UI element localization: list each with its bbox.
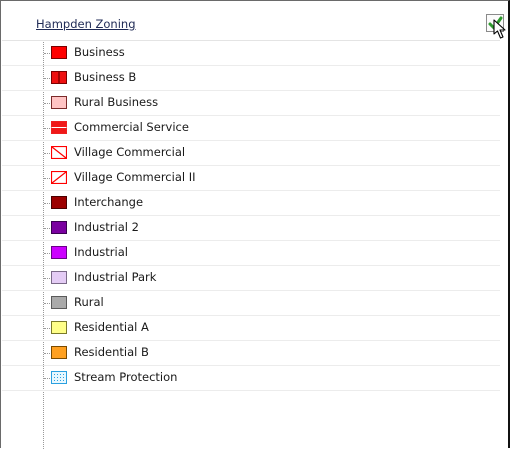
legend-label: Stream Protection [74,370,178,384]
legend-label: Residential A [74,320,149,334]
legend-label: Commercial Service [74,120,189,134]
layer-header-row: Hampden Zoning [2,14,506,41]
legend-swatch [51,296,67,309]
legend-list: Business Business B Rural Business Commer… [2,41,500,391]
legend-item: Residential A [2,316,500,341]
legend-item: Village Commercial [2,141,500,166]
legend-item: Interchange [2,191,500,216]
layer-title-link[interactable]: Hampden Zoning [36,17,136,31]
legend-item: Business B [2,66,500,91]
legend-panel: Hampden Zoning Business Business B Rural … [0,0,510,449]
legend-item: Village Commercial II [2,166,500,191]
legend-label: Interchange [74,195,144,209]
legend-item: Business [2,41,500,66]
legend-swatch [51,121,67,134]
legend-swatch [51,221,67,234]
legend-label: Business [74,45,125,59]
legend-item: Commercial Service [2,116,500,141]
layer-visibility-checkbox[interactable] [486,14,506,39]
legend-item: Residential B [2,341,500,366]
legend-swatch [51,96,67,109]
legend-swatch [51,171,67,184]
legend-item: Rural [2,291,500,316]
legend-swatch [51,196,67,209]
legend-item: Stream Protection [2,366,500,391]
legend-label: Industrial Park [74,270,157,284]
legend-label: Village Commercial [74,145,186,159]
legend-label: Rural [74,295,104,309]
legend-swatch [51,246,67,259]
legend-swatch [51,346,67,359]
legend-swatch [51,271,67,284]
legend-label: Industrial 2 [74,220,139,234]
legend-label: Residential B [74,345,149,359]
legend-label: Business B [74,70,137,84]
legend-item: Rural Business [2,91,500,116]
legend-label: Rural Business [74,95,159,109]
legend-label: Village Commercial II [74,170,196,184]
legend-swatch [51,371,67,384]
legend-label: Industrial [74,245,128,259]
legend-item: Industrial Park [2,266,500,291]
legend-swatch [51,321,67,334]
legend-item: Industrial 2 [2,216,500,241]
legend-swatch [51,146,67,159]
legend-swatch [51,71,67,84]
legend-swatch [51,46,67,59]
legend-item: Industrial [2,241,500,266]
